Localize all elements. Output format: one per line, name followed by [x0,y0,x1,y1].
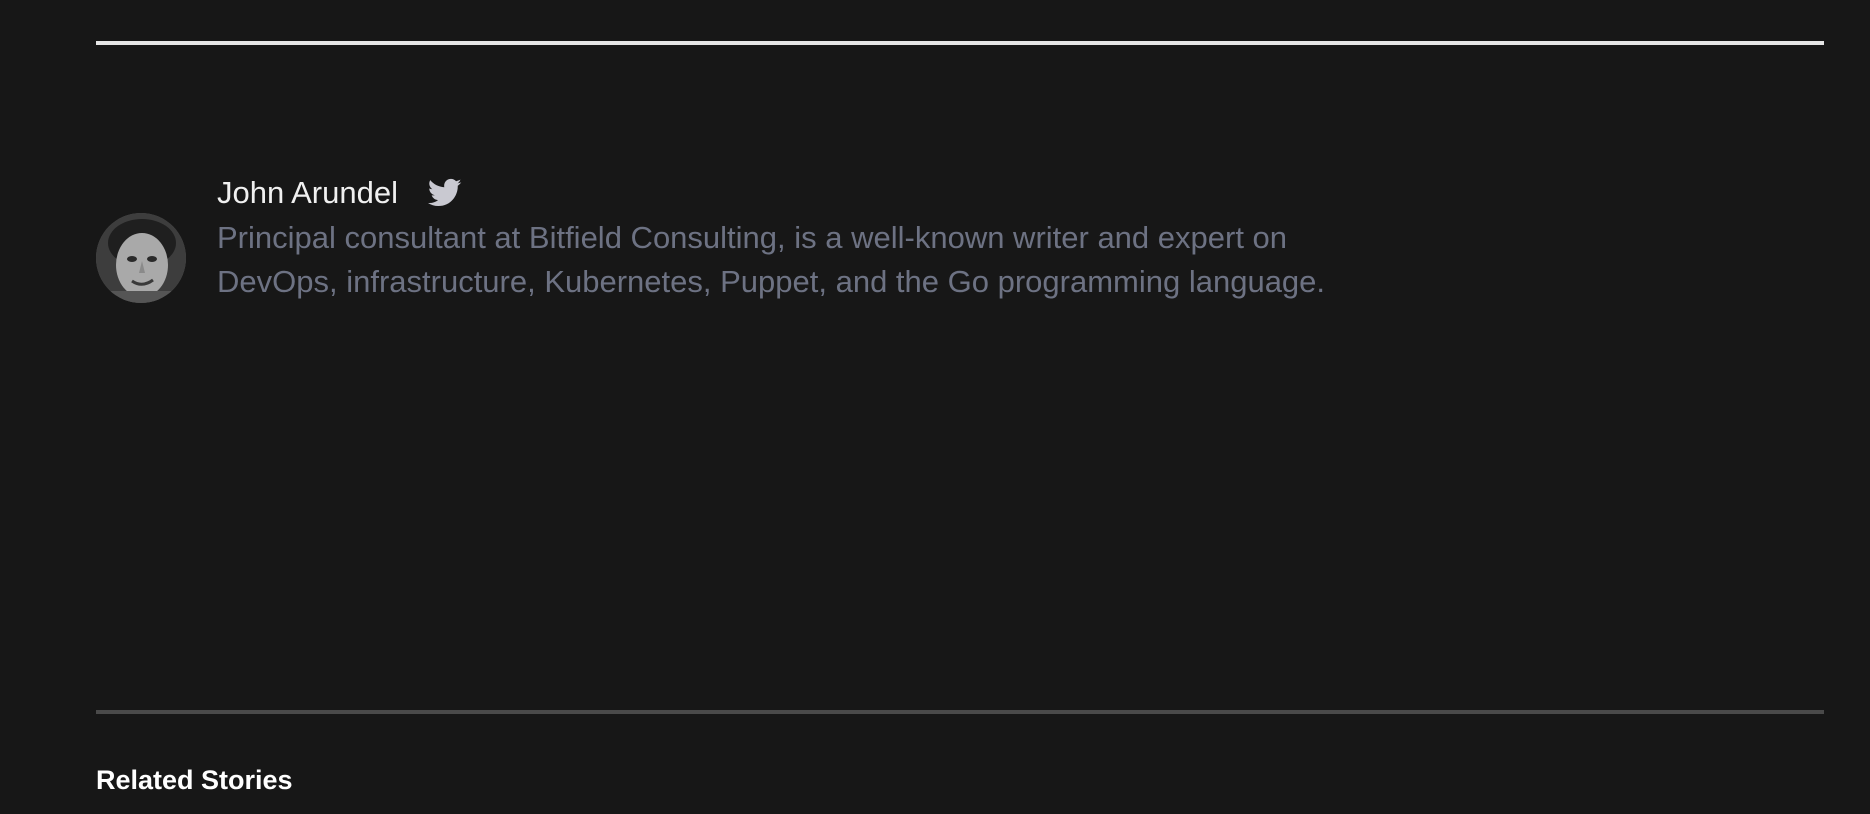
bottom-divider [96,710,1824,714]
author-name-row: John Arundel [217,170,1387,216]
avatar-photo [96,213,186,303]
twitter-icon [427,178,462,207]
author-name[interactable]: John Arundel [217,170,398,216]
author-bio: Principal consultant at Bitfield Consult… [217,220,1326,299]
author-avatar[interactable] [96,213,186,303]
related-stories-heading: Related Stories [96,765,293,795]
twitter-link[interactable] [427,176,462,210]
top-divider [96,41,1824,45]
author-info: John Arundel Principal consultant at Bit… [217,170,1387,304]
